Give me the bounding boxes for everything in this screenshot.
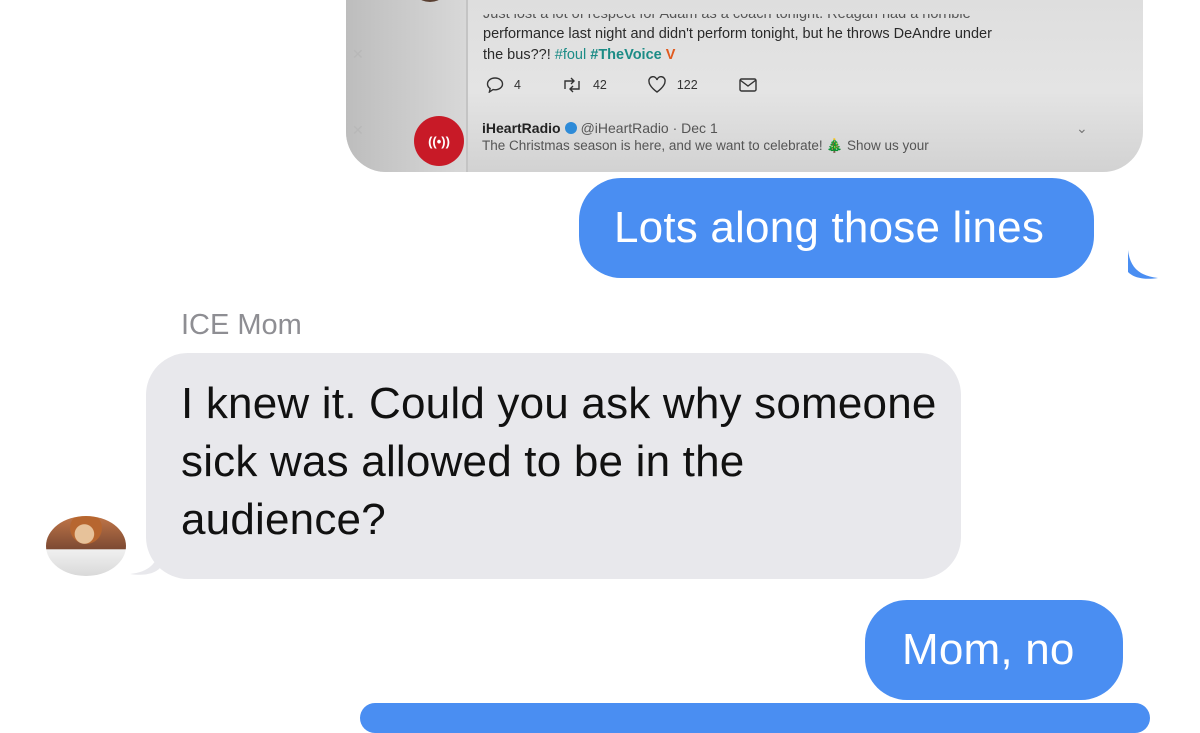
chevron-down-icon[interactable]: ⌄ <box>1076 120 1088 137</box>
close-icon: ✕ <box>352 122 364 138</box>
tweet-avatar <box>410 0 450 2</box>
bubble-tail <box>1128 250 1158 279</box>
tweet-line: performance last night and didn't perfor… <box>483 26 992 42</box>
message-text: I knew it. Could you ask why someone sic… <box>181 379 937 544</box>
tweet-author-handle: @iHeartRadio · Dec 1 <box>580 120 718 136</box>
reply-count: 4 <box>514 78 521 92</box>
tweet-text: Just lost a lot of respect for Adam as a… <box>483 14 1123 66</box>
tweet-line: the bus??! <box>483 47 551 63</box>
the-voice-emoji-icon: V <box>665 47 676 63</box>
bubble-tail <box>130 546 160 575</box>
message-text: Mom, no <box>902 625 1075 674</box>
reply-action[interactable]: 4 <box>486 77 521 93</box>
divider <box>466 0 468 172</box>
like-count: 122 <box>676 78 698 92</box>
verified-badge-icon <box>564 122 577 134</box>
tweet-text: The Christmas season is here, and we wan… <box>482 138 929 153</box>
tweet-author-name: iHeartRadio <box>482 120 561 136</box>
tweet-2: iHeartRadio @iHeartRadio · Dec 1 The Chri… <box>482 120 929 153</box>
dm-action[interactable] <box>738 77 768 93</box>
message-text: Lots along those lines <box>614 203 1045 252</box>
like-action[interactable]: 122 <box>647 76 698 94</box>
hashtag[interactable]: #foul <box>555 47 586 63</box>
iheartradio-logo: ((•)) <box>414 116 464 166</box>
reply-icon <box>486 77 504 93</box>
close-icon: ✕ <box>352 46 364 62</box>
tweet-line-cut: Just lost a lot of respect for Adam as a… <box>483 14 971 22</box>
sender-name: ICE Mom <box>181 309 302 341</box>
envelope-icon <box>739 78 757 92</box>
tweet-photo-attachment[interactable]: ✕ ✕ Just lost a lot of respect for Adam … <box>346 0 1143 172</box>
retweet-action[interactable]: 42 <box>561 77 607 93</box>
hashtag[interactable]: #TheVoice <box>590 47 661 63</box>
outgoing-message-bubble[interactable]: Lots along those lines <box>579 178 1095 278</box>
heart-icon <box>648 76 666 93</box>
contact-avatar[interactable] <box>46 516 126 576</box>
retweet-icon <box>564 77 580 93</box>
tweet-actions: 4 42 122 <box>486 76 808 94</box>
outgoing-message-bubble[interactable]: Mom, no <box>865 600 1123 700</box>
retweet-count: 42 <box>592 78 607 92</box>
incoming-message-bubble[interactable]: I knew it. Could you ask why someone sic… <box>146 353 961 579</box>
